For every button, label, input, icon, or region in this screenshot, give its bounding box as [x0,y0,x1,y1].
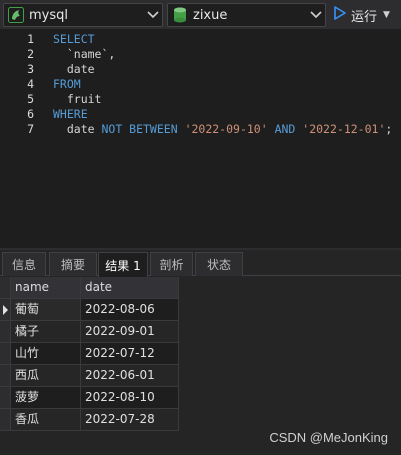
code-text: date [53,62,95,77]
line-number: 2 [27,47,34,61]
toolbar: mysql zixue 运行 ▼ [0,0,401,30]
sql-string: '2022-12-01' [302,122,386,136]
cell-date[interactable]: 2022-09-01 [81,321,179,343]
tab-4[interactable]: 剖析 [150,252,193,276]
code-text: FROM [53,77,81,92]
table-row[interactable]: 西瓜 2022-06-01 [0,365,179,387]
tab-5[interactable]: 状态 [195,252,243,276]
column-header[interactable]: date [81,277,179,299]
result-tabs: 信息 摘要 结果 1 剖析 状态 [0,250,401,277]
database-value: zixue [193,7,228,23]
sql-keyword: AND [267,122,303,136]
table-row[interactable]: 香瓜 2022-07-28 [0,409,179,431]
header-corner [0,277,11,299]
sql-identifier: `name`, [53,47,116,61]
tab-1[interactable]: 信息 [2,252,46,276]
line-number: 4 [27,77,34,91]
line-number: 1 [27,32,34,46]
tab-2[interactable]: 摘要 [49,252,97,276]
line-number: 6 [27,107,34,121]
row-indicator[interactable] [0,387,11,409]
cell-date[interactable]: 2022-08-06 [81,299,179,321]
cell-date[interactable]: 2022-07-12 [81,343,179,365]
code-text: SELECT [53,32,95,47]
cell-date[interactable]: 2022-07-28 [81,409,179,431]
table-header: name date [0,277,179,299]
code-line[interactable]: 7 date NOT BETWEEN '2022-09-10' AND '202… [0,122,401,137]
cell-name[interactable]: 山竹 [11,343,81,365]
code-text: WHERE [53,107,88,122]
line-number: 7 [27,122,34,136]
code-line[interactable]: 5 fruit [0,92,401,107]
code-line[interactable]: 6 WHERE [0,107,401,122]
code-text: `name`, [53,47,115,62]
row-indicator[interactable] [0,409,11,431]
table-row[interactable]: 橘子 2022-09-01 [0,321,179,343]
result-grid[interactable]: name date 葡萄 2022-08-06 橘子 2022-09-01 山竹 2022-0… [0,277,401,455]
database-select[interactable]: zixue [167,3,326,27]
sql-keyword: WHERE [53,107,88,121]
column-header[interactable]: name [11,277,81,299]
cell-name[interactable]: 西瓜 [11,365,81,387]
run-triangle-icon [333,5,347,25]
cell-name[interactable]: 葡萄 [11,299,81,321]
run-label: 运行 [351,9,378,25]
sql-keyword: SELECT [53,32,95,46]
sql-identifier: ; [385,122,393,136]
watermark: CSDN @MeJonKing [269,430,388,445]
code-text: date NOT BETWEEN '2022-09-10' AND '2022-… [53,122,392,137]
table-row[interactable]: 山竹 2022-07-12 [0,343,179,365]
table-row[interactable]: 葡萄 2022-08-06 [0,299,179,321]
caret-down-icon[interactable]: ▼ [383,10,390,20]
code-line[interactable]: 4 FROM [0,77,401,92]
table-row[interactable]: 菠萝 2022-08-10 [0,387,179,409]
database-icon [172,7,188,23]
sql-identifier: date [53,62,95,76]
sql-string: '2022-09-10' [184,122,268,136]
chevron-down-icon[interactable] [144,4,162,26]
connection-value: mysql [29,7,68,23]
row-indicator[interactable] [0,321,11,343]
line-number: 5 [27,92,34,106]
cell-name[interactable]: 香瓜 [11,409,81,431]
row-indicator[interactable] [0,343,11,365]
cell-date[interactable]: 2022-06-01 [81,365,179,387]
sql-identifier: date [53,122,102,136]
row-indicator[interactable] [0,299,11,321]
sql-keyword: FROM [53,77,81,91]
sql-editor[interactable]: 1 SELECT 2 `name`, 3 date 4 FROM 5 fruit 6 WHERE… [0,30,401,248]
current-row-arrow-icon [3,305,8,315]
sql-identifier: fruit [53,92,102,106]
code-text: fruit [53,92,102,107]
cell-date[interactable]: 2022-08-10 [81,387,179,409]
connection-select[interactable]: mysql [3,3,163,27]
code-line[interactable]: 2 `name`, [0,47,401,62]
row-indicator[interactable] [0,365,11,387]
line-number: 3 [27,62,34,76]
code-line[interactable]: 3 date [0,62,401,77]
run-button[interactable]: 运行 ▼ [333,4,390,26]
tab-3[interactable]: 结果 1 [98,252,148,277]
cell-name[interactable]: 菠萝 [11,387,81,409]
mysql-dolphin-icon [8,7,24,23]
chevron-down-icon[interactable] [307,4,325,26]
code-line[interactable]: 1 SELECT [0,32,401,47]
sql-keyword: NOT BETWEEN [101,122,185,136]
cell-name[interactable]: 橘子 [11,321,81,343]
